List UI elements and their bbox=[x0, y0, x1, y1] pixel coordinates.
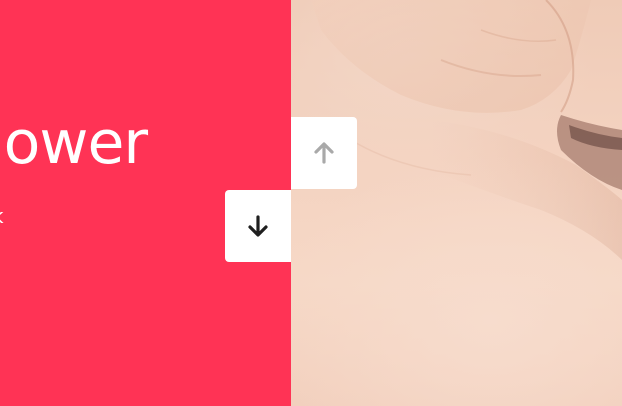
slide-headline: lower bbox=[0, 108, 148, 178]
slide-photo bbox=[291, 0, 622, 406]
arrow-up-icon bbox=[310, 139, 338, 167]
arrow-down-icon bbox=[244, 212, 272, 240]
slide-subline: k bbox=[0, 204, 4, 228]
hand-photo-illustration bbox=[311, 0, 622, 260]
hero-slider: lower k bbox=[0, 0, 622, 406]
next-slide-button[interactable] bbox=[225, 190, 291, 262]
previous-slide-button[interactable] bbox=[291, 117, 357, 189]
